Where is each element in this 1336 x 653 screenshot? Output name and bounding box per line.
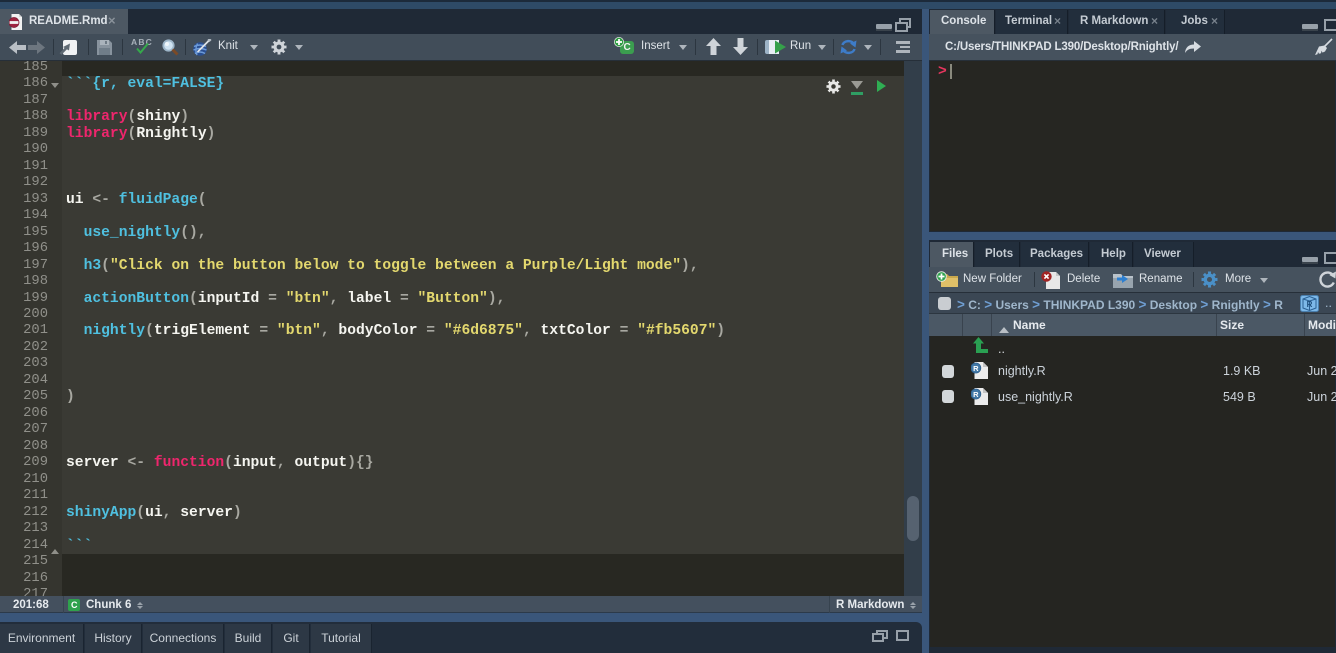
- svg-text:R: R: [1307, 300, 1313, 309]
- svg-text:R: R: [973, 364, 979, 373]
- svg-text:R: R: [973, 390, 979, 399]
